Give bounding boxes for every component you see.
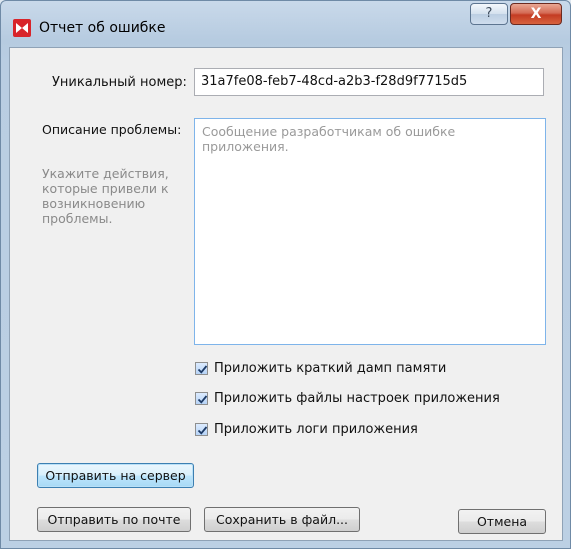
unique-id-label: Уникальный номер: — [52, 75, 187, 90]
checkmark-icon — [197, 364, 208, 374]
checkmark-icon — [197, 394, 208, 404]
description-hint: Укажите действия, которые привели к возн… — [42, 166, 169, 226]
dialog-body: Уникальный номер: 31a7fe08-feb7-48cd-a2b… — [9, 47, 563, 541]
send-by-mail-button[interactable]: Отправить по почте — [37, 507, 191, 532]
settings-files-label: Приложить файлы настроек приложения — [214, 390, 500, 406]
error-report-dialog: Отчет об ошибке ? X Уникальный номер: 31… — [0, 0, 571, 549]
description-label: Описание проблемы: — [42, 122, 182, 137]
cancel-button[interactable]: Отмена — [458, 509, 546, 534]
unique-id-field[interactable]: 31a7fe08-feb7-48cd-a2b3-f28d9f7715d5 — [194, 68, 544, 96]
app-logs-label: Приложить логи приложения — [214, 421, 418, 437]
app-logo-icon — [13, 19, 31, 37]
checkmark-icon — [197, 425, 208, 435]
option-app-logs[interactable]: Приложить логи приложения — [195, 420, 418, 438]
settings-files-checkbox[interactable] — [195, 391, 208, 405]
memory-dump-checkbox[interactable] — [195, 361, 208, 375]
help-button[interactable]: ? — [470, 3, 508, 25]
option-settings-files[interactable]: Приложить файлы настроек приложения — [195, 389, 500, 407]
memory-dump-label: Приложить краткий дамп памяти — [214, 360, 447, 376]
title-bar[interactable]: Отчет об ошибке ? X — [1, 1, 570, 47]
send-to-server-button[interactable]: Отправить на сервер — [37, 463, 194, 488]
option-memory-dump[interactable]: Приложить краткий дамп памяти — [195, 359, 446, 377]
close-button[interactable]: X — [510, 3, 562, 25]
description-textarea[interactable] — [194, 118, 546, 345]
save-to-file-button[interactable]: Сохранить в файл... — [204, 507, 360, 532]
window-title: Отчет об ошибке — [39, 20, 166, 36]
app-logs-checkbox[interactable] — [195, 422, 208, 436]
